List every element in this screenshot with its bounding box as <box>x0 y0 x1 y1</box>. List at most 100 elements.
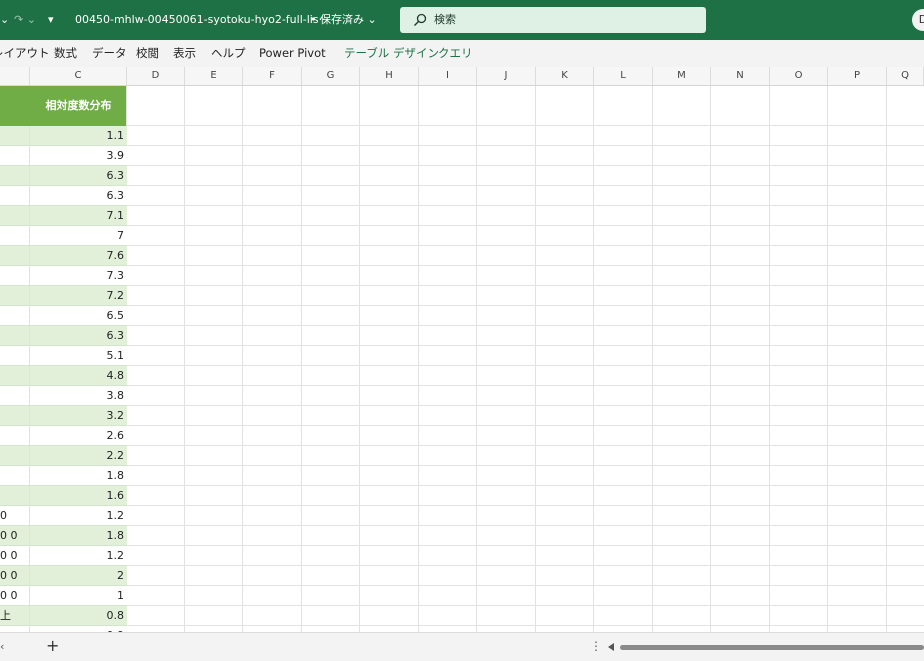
cell-relative-frequency[interactable]: 1.1 <box>30 126 127 146</box>
cell-relative-frequency[interactable]: 7.2 <box>30 286 127 306</box>
column-header-e[interactable]: E <box>185 67 243 85</box>
tab-help[interactable]: ヘルプ <box>211 46 246 61</box>
column-header-o[interactable]: O <box>770 67 828 85</box>
column-header-f[interactable]: F <box>243 67 302 85</box>
cell-relative-frequency[interactable]: 0.8 <box>30 606 127 626</box>
table-row: 6.3 <box>0 326 127 346</box>
cell-class-label[interactable] <box>0 286 30 306</box>
scroll-left-icon[interactable] <box>608 643 614 651</box>
cell-relative-frequency[interactable]: 3.8 <box>30 386 127 406</box>
tab-formulas[interactable]: 数式 <box>54 46 77 61</box>
cell-relative-frequency[interactable]: 3.9 <box>30 146 127 166</box>
column-header-q[interactable]: Q <box>887 67 924 85</box>
save-status[interactable]: • 保存済み ⌄ <box>310 12 377 28</box>
document-title[interactable]: 00450-mhlw-00450061-syotoku-hyo2-full-li… <box>75 12 329 28</box>
cell-relative-frequency[interactable]: 7.1 <box>30 206 127 226</box>
column-header-b[interactable] <box>0 67 30 85</box>
cell-relative-frequency[interactable]: 7 <box>30 226 127 246</box>
column-header-l[interactable]: L <box>594 67 653 85</box>
cell-relative-frequency[interactable]: 7.6 <box>30 246 127 266</box>
grid-line <box>127 145 924 146</box>
column-header-n[interactable]: N <box>711 67 770 85</box>
column-header-d[interactable]: D <box>127 67 185 85</box>
cell-relative-frequency[interactable]: 1.8 <box>30 526 127 546</box>
column-header-k[interactable]: K <box>536 67 594 85</box>
cell-relative-frequency[interactable]: 6.5 <box>30 306 127 326</box>
cell-class-label[interactable]: 0 0 <box>0 566 30 586</box>
cell-class-label[interactable] <box>0 386 30 406</box>
cell-relative-frequency[interactable]: 1.8 <box>30 466 127 486</box>
cell-class-label[interactable] <box>0 426 30 446</box>
table-row: 0 01 <box>0 586 127 606</box>
column-header-j[interactable]: J <box>477 67 536 85</box>
grid-line <box>127 285 924 286</box>
column-header-p[interactable]: P <box>828 67 887 85</box>
cell-class-label[interactable] <box>0 326 30 346</box>
cell-class-label[interactable] <box>0 466 30 486</box>
cell-relative-frequency[interactable]: 7.3 <box>30 266 127 286</box>
worksheet-grid[interactable]: 相対度数分布 1.1 3.9 6.3 6.3 7.1 7 7.6 7.3 7.2 6.5 6.3 5.… <box>0 86 924 632</box>
cell-relative-frequency[interactable]: 6.3 <box>30 166 127 186</box>
cell-relative-frequency[interactable]: 6.3 <box>30 186 127 206</box>
cell-class-label[interactable] <box>0 306 30 326</box>
tab-layout[interactable]: レイアウト <box>0 46 50 61</box>
cell-class-label[interactable] <box>0 446 30 466</box>
cell-class-label[interactable] <box>0 226 30 246</box>
scrollbar-thumb[interactable] <box>620 645 924 650</box>
cell-class-label[interactable]: 0 0 <box>0 546 30 566</box>
column-header-i[interactable]: I <box>419 67 477 85</box>
cell-relative-frequency[interactable]: 1 <box>30 586 127 606</box>
cell-class-label[interactable] <box>0 206 30 226</box>
cell-relative-frequency[interactable]: 1.6 <box>30 486 127 506</box>
grid-line <box>476 86 477 632</box>
cell-class-label[interactable] <box>0 346 30 366</box>
sheet-nav-icon[interactable]: ‹ <box>0 640 4 653</box>
cell-class-label[interactable]: 上 <box>0 606 30 626</box>
column-header-g[interactable]: G <box>302 67 360 85</box>
cell-relative-frequency[interactable]: 3.2 <box>30 406 127 426</box>
column-header-h[interactable]: H <box>360 67 419 85</box>
table-row: 7 <box>0 226 127 246</box>
cell-relative-frequency[interactable]: 2.6 <box>30 426 127 446</box>
cell-class-label[interactable]: 0 0 <box>0 586 30 606</box>
cell-relative-frequency[interactable]: 1.2 <box>30 546 127 566</box>
cell-relative-frequency[interactable]: 4.8 <box>30 366 127 386</box>
cell-class-label[interactable] <box>0 486 30 506</box>
undo-dropdown-icon[interactable]: ⌄ <box>0 12 9 28</box>
cell-class-label[interactable] <box>0 186 30 206</box>
avatar[interactable]: D <box>912 9 924 31</box>
cell-relative-frequency[interactable]: 1.2 <box>30 506 127 526</box>
horizontal-scrollbar[interactable] <box>606 643 924 653</box>
table-row: 2.2 <box>0 446 127 466</box>
column-header-c[interactable]: C <box>30 67 127 85</box>
tab-data[interactable]: データ <box>92 46 127 61</box>
redo-icon[interactable]: ↷ ⌄ <box>14 12 36 28</box>
grid-line <box>127 225 924 226</box>
cell-class-label[interactable] <box>0 406 30 426</box>
column-header-m[interactable]: M <box>653 67 711 85</box>
cell-class-label[interactable]: 0 0 <box>0 526 30 546</box>
cell-class-label[interactable] <box>0 246 30 266</box>
tab-power-pivot[interactable]: Power Pivot <box>259 46 326 61</box>
cell-relative-frequency[interactable]: 2.2 <box>30 446 127 466</box>
add-sheet-button[interactable]: + <box>46 637 59 655</box>
cell-relative-frequency[interactable]: 2 <box>30 566 127 586</box>
search-box[interactable]: 検索 <box>400 7 706 33</box>
cell-class-label[interactable] <box>0 166 30 186</box>
cell-relative-frequency[interactable]: 6.3 <box>30 326 127 346</box>
grid-line <box>127 265 924 266</box>
tab-query[interactable]: クエリ <box>438 46 473 61</box>
table-header-relative-frequency[interactable]: 相対度数分布 <box>30 86 127 126</box>
cell-class-label[interactable] <box>0 146 30 166</box>
tab-table-design[interactable]: テーブル デザイン <box>344 46 439 61</box>
quick-access-menu-icon[interactable]: ▾ <box>48 12 54 28</box>
sheet-options-icon[interactable]: ⋮ <box>590 639 602 653</box>
tab-view[interactable]: 表示 <box>173 46 196 61</box>
cell-class-label[interactable] <box>0 266 30 286</box>
cell-class-label[interactable] <box>0 126 30 146</box>
cell-relative-frequency[interactable]: 5.1 <box>30 346 127 366</box>
tab-review[interactable]: 校閲 <box>136 46 159 61</box>
cell-class-label[interactable]: 0 <box>0 506 30 526</box>
cell-class-label[interactable] <box>0 366 30 386</box>
table-row: 0 0 1.8 <box>0 526 127 546</box>
